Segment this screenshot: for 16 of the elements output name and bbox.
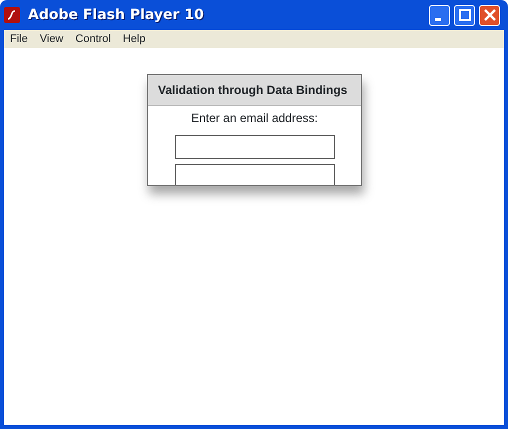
app-logo-icon — [4, 7, 20, 23]
input-field[interactable] — [174, 164, 334, 185]
menu-item[interactable]: Help — [116, 30, 152, 48]
maximize-button[interactable] — [454, 4, 475, 26]
maximize-icon — [458, 9, 470, 21]
menu-item[interactable]: Control — [69, 30, 117, 48]
window-title: Adobe Flash Player 10 — [28, 6, 205, 24]
input-field[interactable] — [174, 135, 334, 159]
close-button[interactable] — [479, 4, 500, 26]
prompt-text: Enter an email address: — [190, 110, 319, 127]
menu-item[interactable]: View — [34, 30, 70, 48]
panel-title: Validation through Data Bindings — [148, 75, 361, 106]
menu-item[interactable]: File — [4, 30, 34, 48]
minimize-icon — [435, 18, 441, 20]
close-icon — [484, 9, 496, 21]
minimize-button[interactable] — [429, 4, 450, 26]
